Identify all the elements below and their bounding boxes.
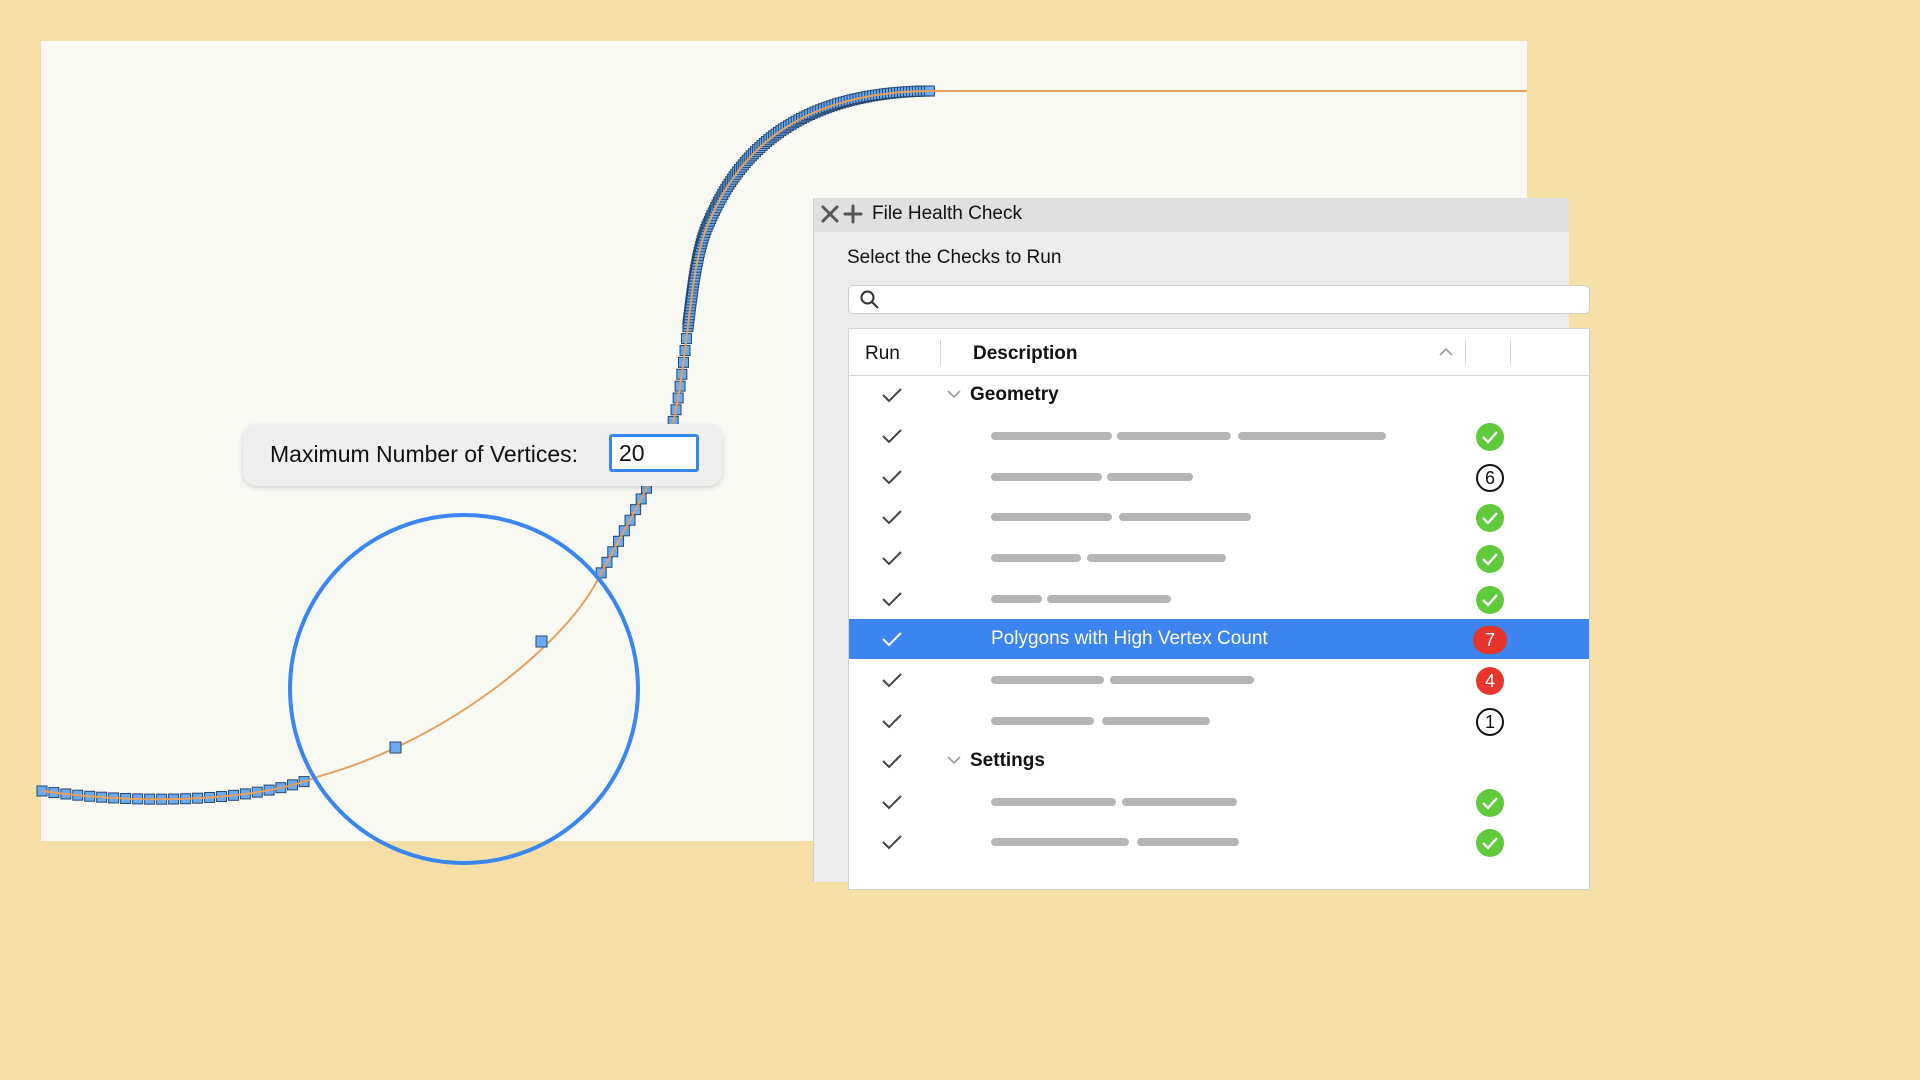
status-count-badge: 7 (1473, 626, 1507, 654)
column-divider[interactable] (940, 340, 941, 365)
redacted-text (1110, 676, 1254, 684)
redacted-text (991, 554, 1081, 562)
checkmark-icon[interactable] (881, 507, 903, 527)
green-check-icon (1482, 431, 1498, 444)
redacted-text (1117, 432, 1231, 440)
close-icon[interactable] (819, 203, 841, 225)
status-ok-badge (1476, 545, 1504, 573)
checkmark-icon[interactable] (881, 711, 903, 731)
table-row[interactable] (849, 822, 1589, 862)
plus-icon[interactable] (842, 203, 864, 225)
checkmark-icon[interactable] (881, 426, 903, 446)
group-label: Geometry (970, 384, 1059, 405)
status-ok-badge (1476, 789, 1504, 817)
redacted-text (1119, 513, 1251, 521)
status-ok-badge (1476, 423, 1504, 451)
status-count-badge: 4 (1476, 667, 1504, 695)
table-row[interactable] (849, 579, 1589, 619)
group-row-geometry[interactable]: Geometry (849, 375, 1589, 415)
table-row[interactable]: 6 (849, 457, 1589, 497)
chevron-down-icon[interactable] (947, 754, 961, 766)
status-count-badge: 1 (1476, 708, 1504, 736)
column-header-run[interactable]: Run (865, 343, 900, 365)
status-count-badge: 6 (1476, 464, 1504, 492)
redacted-text (991, 595, 1042, 603)
redacted-text (1087, 554, 1226, 562)
column-divider[interactable] (1465, 340, 1466, 365)
redacted-text (1102, 717, 1210, 725)
panel-title: File Health Check (872, 203, 1022, 224)
table-row-selected[interactable]: Polygons with High Vertex Count 7 (849, 619, 1589, 659)
checkmark-icon[interactable] (881, 589, 903, 609)
checkmark-icon[interactable] (881, 548, 903, 568)
checkmark-icon[interactable] (881, 385, 903, 405)
redacted-text (1107, 473, 1193, 481)
redacted-text (991, 473, 1102, 481)
redacted-text (991, 717, 1094, 725)
vertex-handle[interactable] (389, 741, 402, 754)
redacted-text (991, 838, 1129, 846)
table-row[interactable] (849, 538, 1589, 578)
redacted-text (1137, 838, 1239, 846)
group-label: Settings (970, 750, 1045, 771)
redacted-text (991, 513, 1112, 521)
row-description: Polygons with High Vertex Count (991, 628, 1268, 649)
status-ok-badge (1476, 586, 1504, 614)
green-check-icon (1482, 594, 1498, 607)
status-ok-badge (1476, 829, 1504, 857)
file-health-check-panel: File Health Check Select the Checks to R… (813, 198, 1590, 890)
checks-table: Run Description Geometry 6 Polygons with… (848, 328, 1590, 890)
zoom-magnifier-circle (288, 513, 640, 865)
redacted-text (991, 798, 1116, 806)
checkmark-icon[interactable] (881, 467, 903, 487)
chevron-up-icon[interactable] (1439, 346, 1453, 358)
checkmark-icon[interactable] (881, 751, 903, 771)
green-check-icon (1482, 553, 1498, 566)
green-check-icon (1482, 797, 1498, 810)
redacted-text (991, 676, 1104, 684)
checkmark-icon[interactable] (881, 792, 903, 812)
vertex-handle[interactable] (535, 635, 548, 648)
panel-titlebar: File Health Check (814, 198, 1569, 232)
checkmark-icon[interactable] (881, 832, 903, 852)
panel-subtitle: Select the Checks to Run (847, 247, 1062, 268)
max-vertices-label: Maximum Number of Vertices: (270, 441, 579, 467)
table-row[interactable]: 4 (849, 660, 1589, 700)
table-row[interactable] (849, 497, 1589, 537)
redacted-text (991, 432, 1112, 440)
redacted-text (1238, 432, 1386, 440)
table-header: Run Description (849, 329, 1589, 376)
column-divider[interactable] (1510, 340, 1511, 365)
chevron-down-icon[interactable] (947, 388, 961, 400)
search-input[interactable] (848, 285, 1590, 314)
max-vertices-popup: Maximum Number of Vertices: (243, 424, 722, 486)
status-ok-badge (1476, 504, 1504, 532)
column-header-description[interactable]: Description (973, 343, 1078, 365)
max-vertices-input[interactable] (609, 434, 699, 472)
redacted-text (1047, 595, 1171, 603)
redacted-text (1122, 798, 1237, 806)
green-check-icon (1482, 837, 1498, 850)
green-check-icon (1482, 512, 1498, 525)
table-row[interactable]: 1 (849, 701, 1589, 741)
checkmark-icon[interactable] (881, 670, 903, 690)
table-row[interactable] (849, 782, 1589, 822)
table-row[interactable] (849, 416, 1589, 456)
checkmark-icon[interactable] (881, 629, 903, 649)
search-icon (860, 290, 879, 309)
group-row-settings[interactable]: Settings (849, 741, 1589, 781)
